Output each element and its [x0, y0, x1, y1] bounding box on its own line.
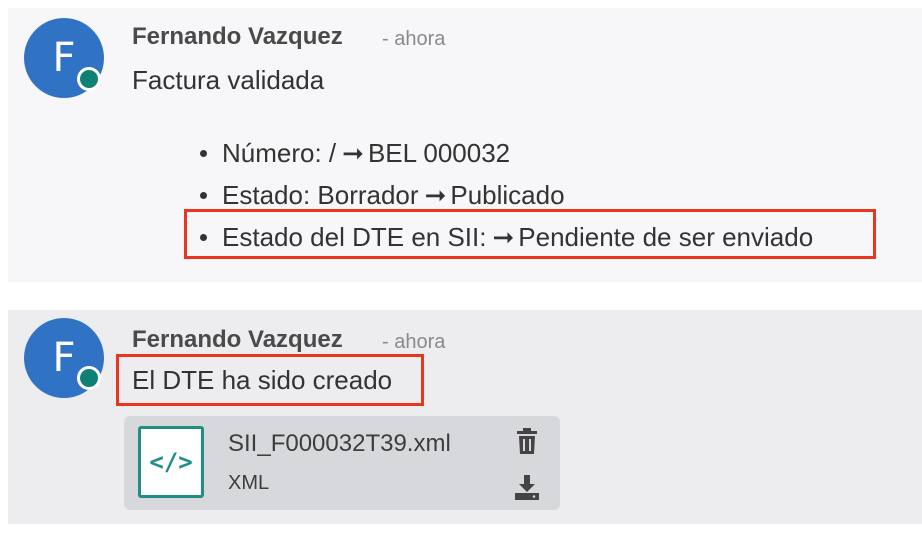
- trash-icon[interactable]: [512, 426, 542, 456]
- online-status-icon: [77, 67, 101, 91]
- change-field: Estado: Borrador: [222, 180, 419, 210]
- download-icon[interactable]: [512, 472, 542, 502]
- arrow-right-icon: ➞: [342, 138, 364, 168]
- change-value: Publicado: [450, 180, 565, 210]
- message-time: - ahora: [382, 331, 446, 353]
- bullet-icon: [200, 149, 207, 157]
- xml-code-icon[interactable]: </>: [138, 426, 204, 498]
- highlight-box: [116, 354, 424, 406]
- message-body: Factura validada: [132, 65, 325, 95]
- bullet-icon: [200, 191, 207, 199]
- chatter-message-dte-created: F Fernando Vazquez - ahora El DTE ha sid…: [8, 310, 922, 524]
- attachment-card[interactable]: </> SII_F000032T39.xml XML: [124, 416, 560, 510]
- arrow-right-icon: ➞: [424, 180, 447, 210]
- change-field: Número: /: [222, 138, 337, 168]
- change-value: BEL 000032: [367, 138, 511, 168]
- message-time: - ahora: [382, 28, 446, 50]
- online-status-icon: [77, 366, 101, 390]
- attachment-file-type: XML: [228, 472, 270, 494]
- tracking-change-item: Número: / ➞ BEL 000032: [200, 132, 813, 174]
- highlight-box: [184, 209, 876, 259]
- message-author[interactable]: Fernando Vazquez: [132, 326, 343, 354]
- chatter-message-validated: F Fernando Vazquez - ahora Factura valid…: [8, 8, 922, 282]
- attachment-file-name[interactable]: SII_F000032T39.xml: [228, 430, 451, 458]
- message-author[interactable]: Fernando Vazquez: [132, 23, 343, 51]
